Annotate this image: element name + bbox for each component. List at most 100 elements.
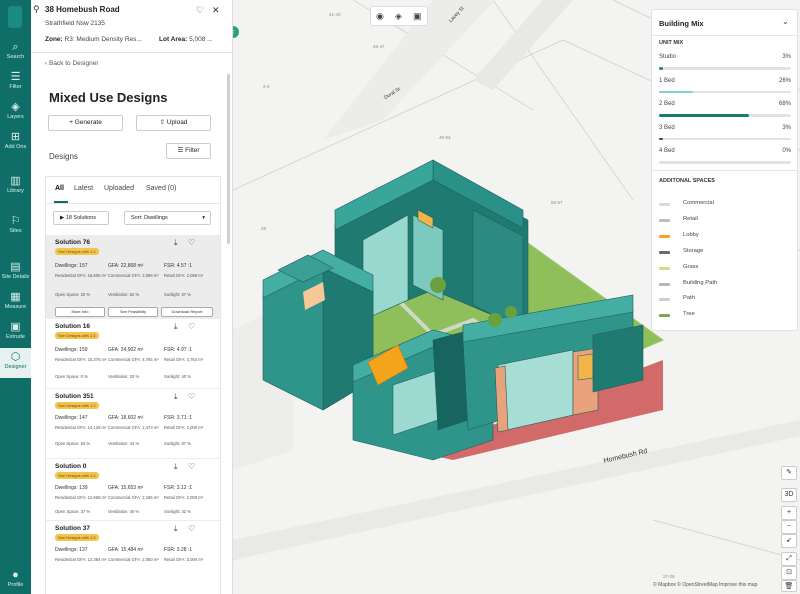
space-swatch xyxy=(659,203,670,206)
upload-button[interactable]: ⇧ Upload xyxy=(136,115,211,131)
rail-item-add-ons[interactable]: ⊞ Add Ons xyxy=(0,128,31,158)
download-icon[interactable]: ⤓ xyxy=(174,238,178,248)
solutions-toggle[interactable]: ▶ 18 Solutions xyxy=(53,211,109,225)
solution-card[interactable]: Solution 76 ⤓ ♡ See Designs with 1.2 Dwe… xyxy=(46,235,220,319)
back-to-designer-link[interactable]: ‹ Back to Designer xyxy=(45,60,98,67)
filter-button[interactable]: ☰ Filter xyxy=(166,143,211,159)
commercial-gfa-value: Commercial GFA: 2,473 m² xyxy=(108,425,159,430)
status-badge: See Designs with 1.2 xyxy=(55,248,99,255)
space-swatch xyxy=(659,250,670,254)
rail-item-search[interactable]: ⌕ Search xyxy=(0,38,31,68)
fullscreen-button[interactable]: ⤢ xyxy=(781,552,797,566)
page-title: Mixed Use Designs xyxy=(49,90,168,105)
site-suburb: Strathfield Nsw 2135 xyxy=(45,20,105,27)
favourite-heart-icon[interactable]: ♡ xyxy=(188,322,195,331)
favourite-heart-icon[interactable]: ♡ xyxy=(188,524,195,533)
toggle-3d-button[interactable]: 3D xyxy=(781,488,797,502)
filter-icon: ☰ xyxy=(177,147,184,154)
rail-item-profile[interactable]: ● Profile xyxy=(0,566,31,594)
rail-item-site-details[interactable]: ▤ Site Details xyxy=(0,258,31,288)
unit-mix-row: 3 Bed 3% xyxy=(659,125,791,147)
eye-icon[interactable]: ◉ xyxy=(376,11,384,22)
sort-select[interactable]: Sort: Dwellings ▾ xyxy=(124,211,211,225)
favourite-heart-icon[interactable]: ♡ xyxy=(188,238,195,247)
favourite-heart-icon[interactable]: ♡ xyxy=(188,392,195,401)
open-space-value: Open Space: 37 % xyxy=(55,509,91,514)
trash-icon: 🗑 xyxy=(784,583,794,590)
designer-panel: ⚲ 38 Homebush Road ♡ ✕ Strathfield Nsw 2… xyxy=(31,0,233,594)
gfa-value: GFA: 18,602 m² xyxy=(108,415,144,421)
tab-latest[interactable]: Latest xyxy=(74,185,93,192)
chevron-down-icon[interactable]: ⌄ xyxy=(782,17,789,26)
delete-button[interactable]: 🗑 xyxy=(781,580,797,592)
map-attribution[interactable]: © Mapbox © OpenStreetMap Improve this ma… xyxy=(653,582,757,588)
rail-item-filter[interactable]: ☰ Filter xyxy=(0,68,31,98)
space-swatch xyxy=(659,218,670,222)
generate-button[interactable]: + Generate xyxy=(48,115,123,131)
space-swatch xyxy=(659,282,670,286)
rail-item-extrude[interactable]: ▣ Extrude xyxy=(0,318,31,348)
panel-scrollbar[interactable] xyxy=(227,74,230,244)
download-icon[interactable]: ⤓ xyxy=(174,392,178,402)
see-feasibility-button[interactable]: See Feasibility xyxy=(108,307,158,317)
tab-saved[interactable]: Saved (0) xyxy=(146,185,176,192)
solution-card[interactable]: Solution 351 ⤓ ♡ See Designs with 1.2 Dw… xyxy=(46,389,220,459)
space-swatch xyxy=(659,266,670,270)
rail-item-measure[interactable]: ▦ Measure xyxy=(0,288,31,318)
tab-uploaded[interactable]: Uploaded xyxy=(104,185,134,192)
unit-type-label: 2 Bed xyxy=(659,101,675,107)
mix-divider xyxy=(652,170,799,171)
design-tabs: All Latest Uploaded Saved (0) xyxy=(46,185,220,199)
ventilation-value: Ventilation: 62 % xyxy=(108,292,140,297)
space-legend-item: Lobby xyxy=(659,232,791,242)
left-rail: ⌕ Search ☰ Filter ◈ Layers ⊞ Add Ons ▥ Librar… xyxy=(0,0,31,594)
search-icon: ⌕ xyxy=(12,41,19,53)
solution-card[interactable]: Solution 37 ⤓ ♡ See Designs with 1.2 Dwe… xyxy=(46,521,220,594)
compass-button[interactable]: ➹ xyxy=(781,534,797,548)
space-legend-item: Path xyxy=(659,295,791,305)
space-swatch xyxy=(659,298,670,302)
zone-info: Zone: R3: Medium Density Res... xyxy=(45,36,142,43)
view-toolbar: ◉ ◈ ▣ xyxy=(370,6,428,26)
play-icon: ▶ xyxy=(60,215,65,221)
solution-name: Solution 0 xyxy=(55,463,87,470)
unit-mix-row: 1 Bed 26% xyxy=(659,78,791,100)
unit-mix-row: 4 Bed 0% xyxy=(659,148,791,170)
chevron-left-icon: ‹ xyxy=(233,27,234,36)
edit-pencil-button[interactable]: ✎ xyxy=(781,466,797,480)
rail-item-layers[interactable]: ◈ Layers xyxy=(0,98,31,128)
unit-progress-fill xyxy=(659,90,694,93)
zoom-in-button[interactable]: + xyxy=(781,506,797,520)
mix-divider xyxy=(652,35,799,36)
download-icon[interactable]: ⤓ xyxy=(174,524,178,534)
space-legend-item: Grass xyxy=(659,264,791,274)
favourite-heart-icon[interactable]: ♡ xyxy=(188,462,195,471)
clipboard-check-icon[interactable]: ▣ xyxy=(413,11,422,22)
zoom-out-button[interactable]: − xyxy=(781,520,797,534)
close-icon[interactable]: ✕ xyxy=(212,5,220,16)
favourite-heart-icon[interactable]: ♡ xyxy=(196,5,204,16)
rail-item-designer[interactable]: ⬡ Designer xyxy=(0,348,31,378)
rail-item-library[interactable]: ▥ Library xyxy=(0,172,31,202)
solution-card[interactable]: Solution 16 ⤓ ♡ See Designs with 1.2 Dwe… xyxy=(46,319,220,389)
rail-item-sites[interactable]: ⚐ Sites xyxy=(0,212,31,242)
gfa-value: GFA: 15,653 m² xyxy=(108,485,144,491)
space-label: Retail xyxy=(683,215,698,222)
download-report-button[interactable]: Download Report xyxy=(161,307,213,317)
sunlight-value: Sunlight: 87 % xyxy=(164,441,192,446)
download-icon[interactable]: ⤓ xyxy=(174,322,178,332)
space-legend-item: Storage xyxy=(659,248,791,258)
tab-all[interactable]: All xyxy=(55,185,64,192)
add-ons-icon: ⊞ xyxy=(10,131,21,143)
solution-card[interactable]: Solution 0 ⤓ ♡ See Designs with 1.2 Dwel… xyxy=(46,459,220,521)
layers-icon[interactable]: ◈ xyxy=(395,11,402,22)
sunlight-value: Sunlight: 42 % xyxy=(164,509,192,514)
commercial-gfa-value: Commercial GFA: 2,096 m² xyxy=(108,273,159,278)
unit-mix-label: UNIT MIX xyxy=(659,40,684,46)
frame-button[interactable]: ⊡ xyxy=(781,566,797,580)
fsr-value: FSR: 3.12 :1 xyxy=(164,485,193,491)
solutions-list: All Latest Uploaded Saved (0) ▶ 18 Solut… xyxy=(45,176,221,594)
more-info-button[interactable]: More Info xyxy=(55,307,105,317)
download-icon[interactable]: ⤓ xyxy=(174,462,178,472)
open-space-value: Open Space: 20 % xyxy=(55,292,91,297)
